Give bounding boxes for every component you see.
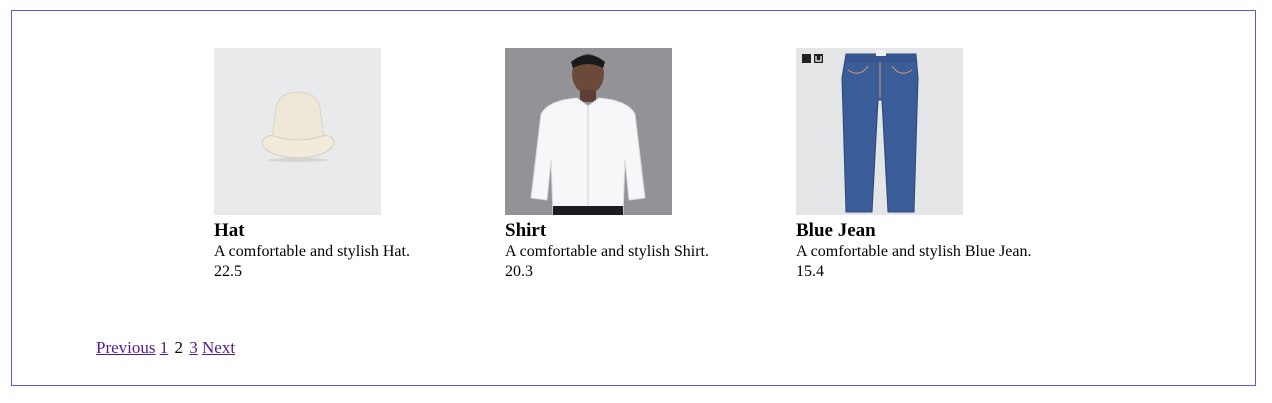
- product-price: 15.4: [796, 263, 824, 280]
- product-description: A comfortable and stylish Blue Jean.: [796, 243, 1032, 260]
- previous-page-link[interactable]: Previous: [96, 338, 156, 357]
- hat-image[interactable]: [214, 48, 381, 215]
- product-name: Hat: [214, 220, 245, 241]
- page-link-3[interactable]: 3: [189, 338, 198, 357]
- product-name: Blue Jean: [796, 220, 876, 241]
- product-price: 22.5: [214, 263, 242, 280]
- product-price: 20.3: [505, 263, 533, 280]
- product-card-blue-jean[interactable]: Blue Jean A comfortable and stylish Blue…: [796, 48, 1056, 282]
- product-card-shirt[interactable]: Shirt A comfortable and stylish Shirt. 2…: [505, 48, 765, 282]
- product-name: Shirt: [505, 220, 547, 241]
- pagination: Previous 1 2 3 Next: [96, 338, 235, 358]
- current-page: 2: [174, 338, 184, 357]
- content-frame: Hat A comfortable and stylish Hat. 22.5 …: [11, 10, 1256, 386]
- product-description: A comfortable and stylish Shirt.: [505, 243, 709, 260]
- jeans-image[interactable]: [796, 48, 963, 215]
- page-link-1[interactable]: 1: [160, 338, 169, 357]
- shirt-image[interactable]: [505, 48, 672, 215]
- product-description: A comfortable and stylish Hat.: [214, 243, 410, 260]
- next-page-link[interactable]: Next: [202, 338, 235, 357]
- product-card-hat[interactable]: Hat A comfortable and stylish Hat. 22.5: [214, 48, 474, 282]
